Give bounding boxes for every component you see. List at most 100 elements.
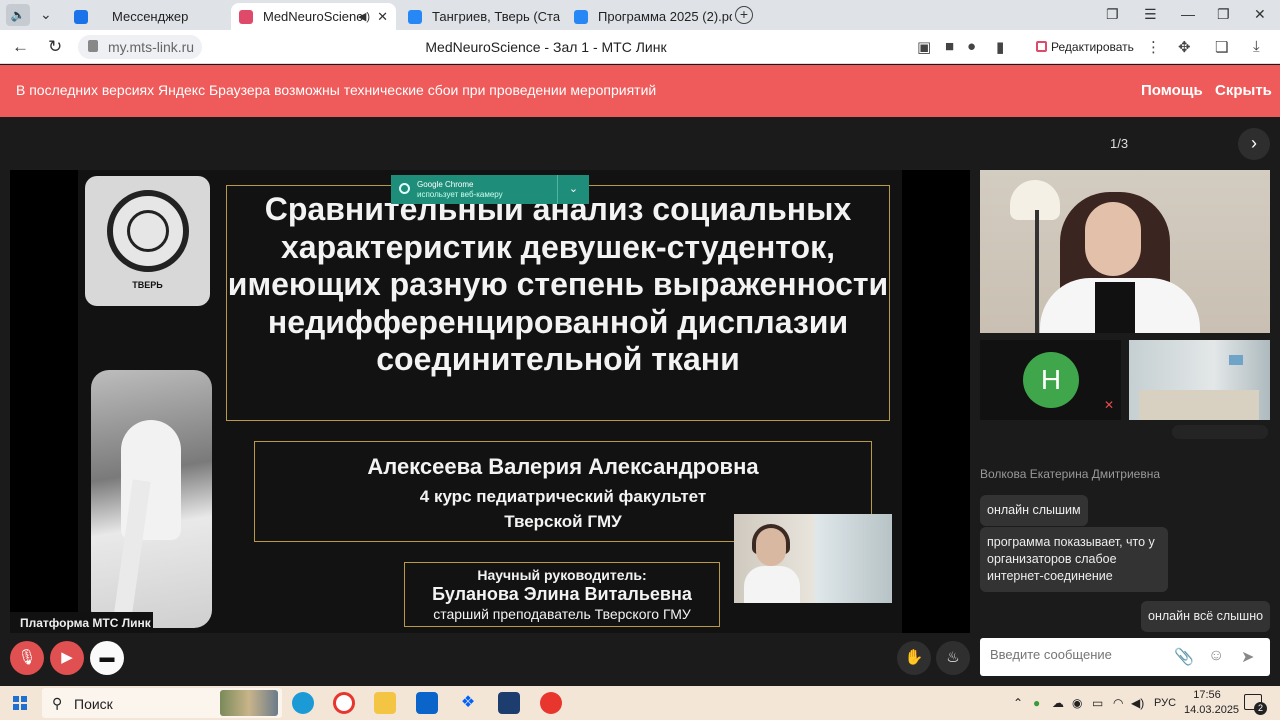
notification-center-icon[interactable]: 2 [1244, 694, 1267, 715]
browser-warning-banner: В последних версиях Яндекс Браузера возм… [0, 65, 1280, 117]
slide-pager: 1/3 [1110, 136, 1129, 151]
platform-label: Платформа МТС Линк [10, 612, 153, 633]
browser-tab-bar: 🔈 ⌄ Мессенджер MedNeuroScience - З ◀) ✕ … [0, 0, 1280, 30]
volume-icon[interactable]: ◀) [1131, 696, 1144, 710]
clock-date: 14.03.2025 [1184, 704, 1240, 716]
download-icon[interactable]: ⤓ [1253, 38, 1260, 55]
minimize-icon[interactable]: — [1181, 6, 1195, 22]
outlook-icon[interactable] [416, 692, 438, 714]
logo-emblem [107, 190, 189, 272]
toggle-camera-button[interactable]: ▶ [50, 641, 84, 675]
tab-medneuroscience[interactable]: MedNeuroScience - З ◀) ✕ [231, 3, 396, 30]
slide-title-box: Сравнительный анализ социальных характер… [226, 185, 890, 421]
slide-title: Сравнительный анализ социальных характер… [227, 191, 889, 377]
new-tab-button[interactable]: + [735, 6, 753, 24]
hand-icon: ✋ [904, 649, 924, 666]
tab-label: Программа 2025 (2).pdf [598, 9, 732, 24]
messenger-icon [74, 9, 88, 24]
university-logo: ТВЕРЬ [85, 176, 210, 306]
chrome-notice-text: использует веб-камеру [417, 190, 503, 199]
tab-messenger[interactable]: Мессенджер [66, 3, 226, 30]
more-icon[interactable]: ⋮ [1146, 38, 1161, 56]
windows-taskbar: ⚲ Поиск ❖ ⌃ ● ☁ ◉ ▭ ◠ ◀) РУС 17:56 14.03… [0, 686, 1280, 720]
participant-tile-avatar[interactable]: Н ✕ [980, 340, 1121, 420]
supervisor-title: старший преподаватель Тверского ГМУ [433, 606, 691, 622]
address-bar: ← ↻ my.mts-link.ru MedNeuroScience - Зал… [0, 30, 1280, 64]
send-icon[interactable]: ➤ [1241, 647, 1254, 667]
help-link[interactable]: Помощь [1141, 82, 1203, 99]
tray-app-icon[interactable]: ● [1033, 696, 1040, 710]
tray-cloud-icon[interactable]: ☁ [1052, 696, 1064, 710]
chevron-up-icon[interactable]: ⌃ [1013, 696, 1023, 710]
chat-message: программа показывает, что у организаторо… [980, 527, 1168, 592]
taskbar-search[interactable]: ⚲ Поиск [42, 688, 282, 718]
chat-sender-name: Волкова Екатерина Дмитриевна [980, 467, 1160, 481]
clock[interactable]: 17:56 14.03.2025 [1184, 688, 1240, 718]
tab-programma-pdf[interactable]: Программа 2025 (2).pdf [566, 3, 732, 30]
tray-app2-icon[interactable]: ◉ [1072, 696, 1082, 710]
reactions-button[interactable]: ♨ [936, 641, 970, 675]
chevron-right-icon: › [1251, 133, 1257, 153]
hidden-chat-message [1172, 425, 1268, 439]
wifi-icon[interactable]: ◠ [1113, 696, 1123, 710]
vk-icon [574, 9, 588, 24]
yandex-browser-icon[interactable] [333, 692, 355, 714]
speaker-pip-video [734, 514, 892, 603]
camera-icon[interactable]: ■ [945, 38, 954, 55]
input-language[interactable]: РУС [1154, 697, 1176, 709]
app-icon[interactable] [498, 692, 520, 714]
chat-message: онлайн всё слышно [1141, 601, 1271, 632]
supervisor-name: Буланова Элина Витальевна [432, 584, 692, 604]
search-highlight-image [220, 690, 278, 716]
chevron-down-icon[interactable]: ⌄ [40, 6, 52, 23]
edit-button[interactable]: Редактировать [1031, 35, 1135, 59]
flame-icon: ♨ [946, 649, 960, 666]
tabs-overview-icon[interactable]: ❐ [1106, 6, 1119, 23]
sound-icon[interactable]: ◀) [358, 10, 370, 23]
search-label: Поиск [74, 696, 113, 712]
speaker-icon[interactable]: 🔈 [6, 4, 30, 26]
edit-icon [1036, 41, 1047, 52]
close-tab-icon[interactable]: ✕ [377, 9, 388, 25]
warning-message: В последних версиях Яндекс Браузера возм… [16, 82, 657, 98]
supervisor-label: Научный руководитель: [477, 567, 647, 583]
battery-icon[interactable]: ▭ [1092, 696, 1103, 710]
tab-label: Тангриев, Тверь (Ставро [432, 9, 560, 24]
yandex-icon[interactable] [540, 692, 562, 714]
attach-icon[interactable]: 📎 [1174, 647, 1194, 667]
extensions-icon[interactable]: ✥ [1178, 38, 1191, 56]
author-name: Алексеева Валерия Александровна [367, 454, 759, 479]
screen-share-button[interactable]: ▬ [90, 641, 124, 675]
emoji-icon[interactable]: ☺ [1208, 647, 1224, 665]
screen-icon: ▬ [99, 649, 115, 666]
collections-icon[interactable]: ❏ [1215, 38, 1228, 56]
maximize-icon[interactable]: ❐ [1217, 6, 1230, 23]
dropbox-icon[interactable]: ❖ [457, 692, 479, 714]
tab-vk-tangriev[interactable]: Тангриев, Тверь (Ставро [400, 3, 562, 30]
bookmark-icon[interactable]: ▮ [996, 38, 1004, 56]
message-input[interactable] [990, 647, 1170, 662]
vk-icon [408, 9, 422, 24]
hide-link[interactable]: Скрыть [1215, 82, 1272, 99]
menu-icon[interactable]: ☰ [1144, 6, 1157, 23]
mts-link-icon [239, 9, 253, 24]
chevron-down-icon[interactable]: ⌄ [557, 175, 589, 204]
file-explorer-icon[interactable] [374, 692, 396, 714]
notification-count: 2 [1254, 702, 1267, 715]
webinar-room: 1/3 › ТВЕРЬ Сравнительный анализ социаль… [0, 117, 1280, 686]
participant-video-main[interactable] [980, 170, 1270, 333]
mic-muted-icon: ✕ [1104, 398, 1115, 412]
microphone-icon[interactable]: ● [967, 38, 976, 55]
chat-input-box: 📎 ☺ ➤ [980, 638, 1270, 676]
windows-start-icon[interactable] [13, 696, 27, 710]
next-page-button[interactable]: › [1238, 128, 1270, 160]
camera-off-icon: ▶ [61, 649, 73, 666]
mic-off-icon: 🎙 [17, 649, 37, 666]
participant-video-classroom[interactable] [1129, 340, 1270, 420]
raise-hand-button[interactable]: ✋ [897, 641, 931, 675]
close-window-icon[interactable]: ✕ [1254, 6, 1266, 23]
edge-icon[interactable] [292, 692, 314, 714]
chat-message: онлайн слышим [980, 495, 1088, 526]
camera-permission-icon[interactable]: ▣ [917, 38, 931, 56]
mute-microphone-button[interactable]: 🎙 [10, 641, 44, 675]
